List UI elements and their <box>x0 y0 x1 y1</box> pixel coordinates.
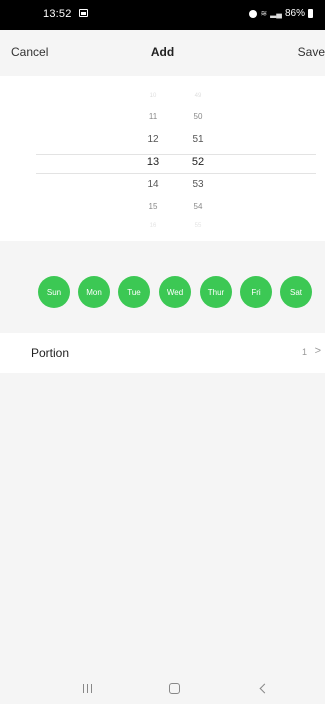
battery-icon <box>308 9 313 18</box>
day-toggle-tue[interactable]: Tue <box>118 276 150 308</box>
home-icon <box>168 682 180 694</box>
hour-wheel[interactable]: 10 11 12 13 14 15 16 <box>133 76 173 241</box>
hour-option[interactable]: 14 <box>133 179 173 190</box>
recent-apps-button[interactable] <box>72 678 102 698</box>
wifi-icon: ≋ <box>260 8 268 18</box>
battery-percent: 86% <box>284 8 305 19</box>
weekday-selector: Sun Mon Tue Wed Thur Fri Sat <box>0 241 325 332</box>
minute-option[interactable]: 51 <box>178 134 218 145</box>
minute-option[interactable]: 53 <box>178 179 218 190</box>
day-toggle-thur[interactable]: Thur <box>200 276 232 308</box>
status-time: 13:52 <box>43 8 72 20</box>
hour-option[interactable]: 15 <box>133 202 173 211</box>
day-toggle-sun[interactable]: Sun <box>38 276 70 308</box>
picker-selection-top-line <box>36 154 316 155</box>
hour-option[interactable]: 16 <box>133 223 173 229</box>
minute-option-selected[interactable]: 52 <box>178 156 218 168</box>
minute-wheel[interactable]: 49 50 51 52 53 54 55 <box>178 76 218 241</box>
minute-option[interactable]: 54 <box>178 202 218 211</box>
portion-value: 1 <box>301 347 307 357</box>
portion-row[interactable]: Portion 1 > <box>0 333 325 373</box>
empty-content-area <box>0 373 325 670</box>
save-button[interactable]: Save <box>298 45 325 59</box>
day-toggle-mon[interactable]: Mon <box>78 276 110 308</box>
alarm-icon <box>249 9 258 18</box>
page-title: Add <box>150 45 175 59</box>
day-toggle-wed[interactable]: Wed <box>159 276 191 308</box>
recent-apps-icon <box>82 683 92 693</box>
hour-option[interactable]: 12 <box>133 134 173 145</box>
hour-option[interactable]: 11 <box>133 112 173 121</box>
day-toggle-fri[interactable]: Fri <box>240 276 272 308</box>
hour-option[interactable]: 10 <box>133 93 173 99</box>
signal-icon: ▂▄ <box>270 8 282 18</box>
day-toggle-sat[interactable]: Sat <box>280 276 312 308</box>
app-screen: 13:52 ≋ ▂▄ 86% Cancel Add Save 10 11 12 … <box>0 0 325 704</box>
minute-option[interactable]: 50 <box>178 112 218 121</box>
home-button[interactable] <box>159 678 189 698</box>
header: Cancel Add Save <box>0 30 325 76</box>
system-nav-bar <box>0 670 325 704</box>
status-icons: ≋ ▂▄ 86% <box>249 8 313 19</box>
minute-option[interactable]: 49 <box>178 93 218 99</box>
gallery-icon <box>79 9 88 17</box>
back-icon <box>259 683 269 693</box>
picker-selection-bottom-line <box>36 173 316 174</box>
minute-option[interactable]: 55 <box>178 223 218 229</box>
portion-label: Portion <box>31 346 70 360</box>
status-bar: 13:52 ≋ ▂▄ 86% <box>0 0 325 30</box>
chevron-right-icon: > <box>314 345 321 357</box>
time-picker: 10 11 12 13 14 15 16 49 50 51 52 53 54 5… <box>0 76 325 241</box>
hour-option-selected[interactable]: 13 <box>133 156 173 168</box>
back-button[interactable] <box>249 678 279 698</box>
